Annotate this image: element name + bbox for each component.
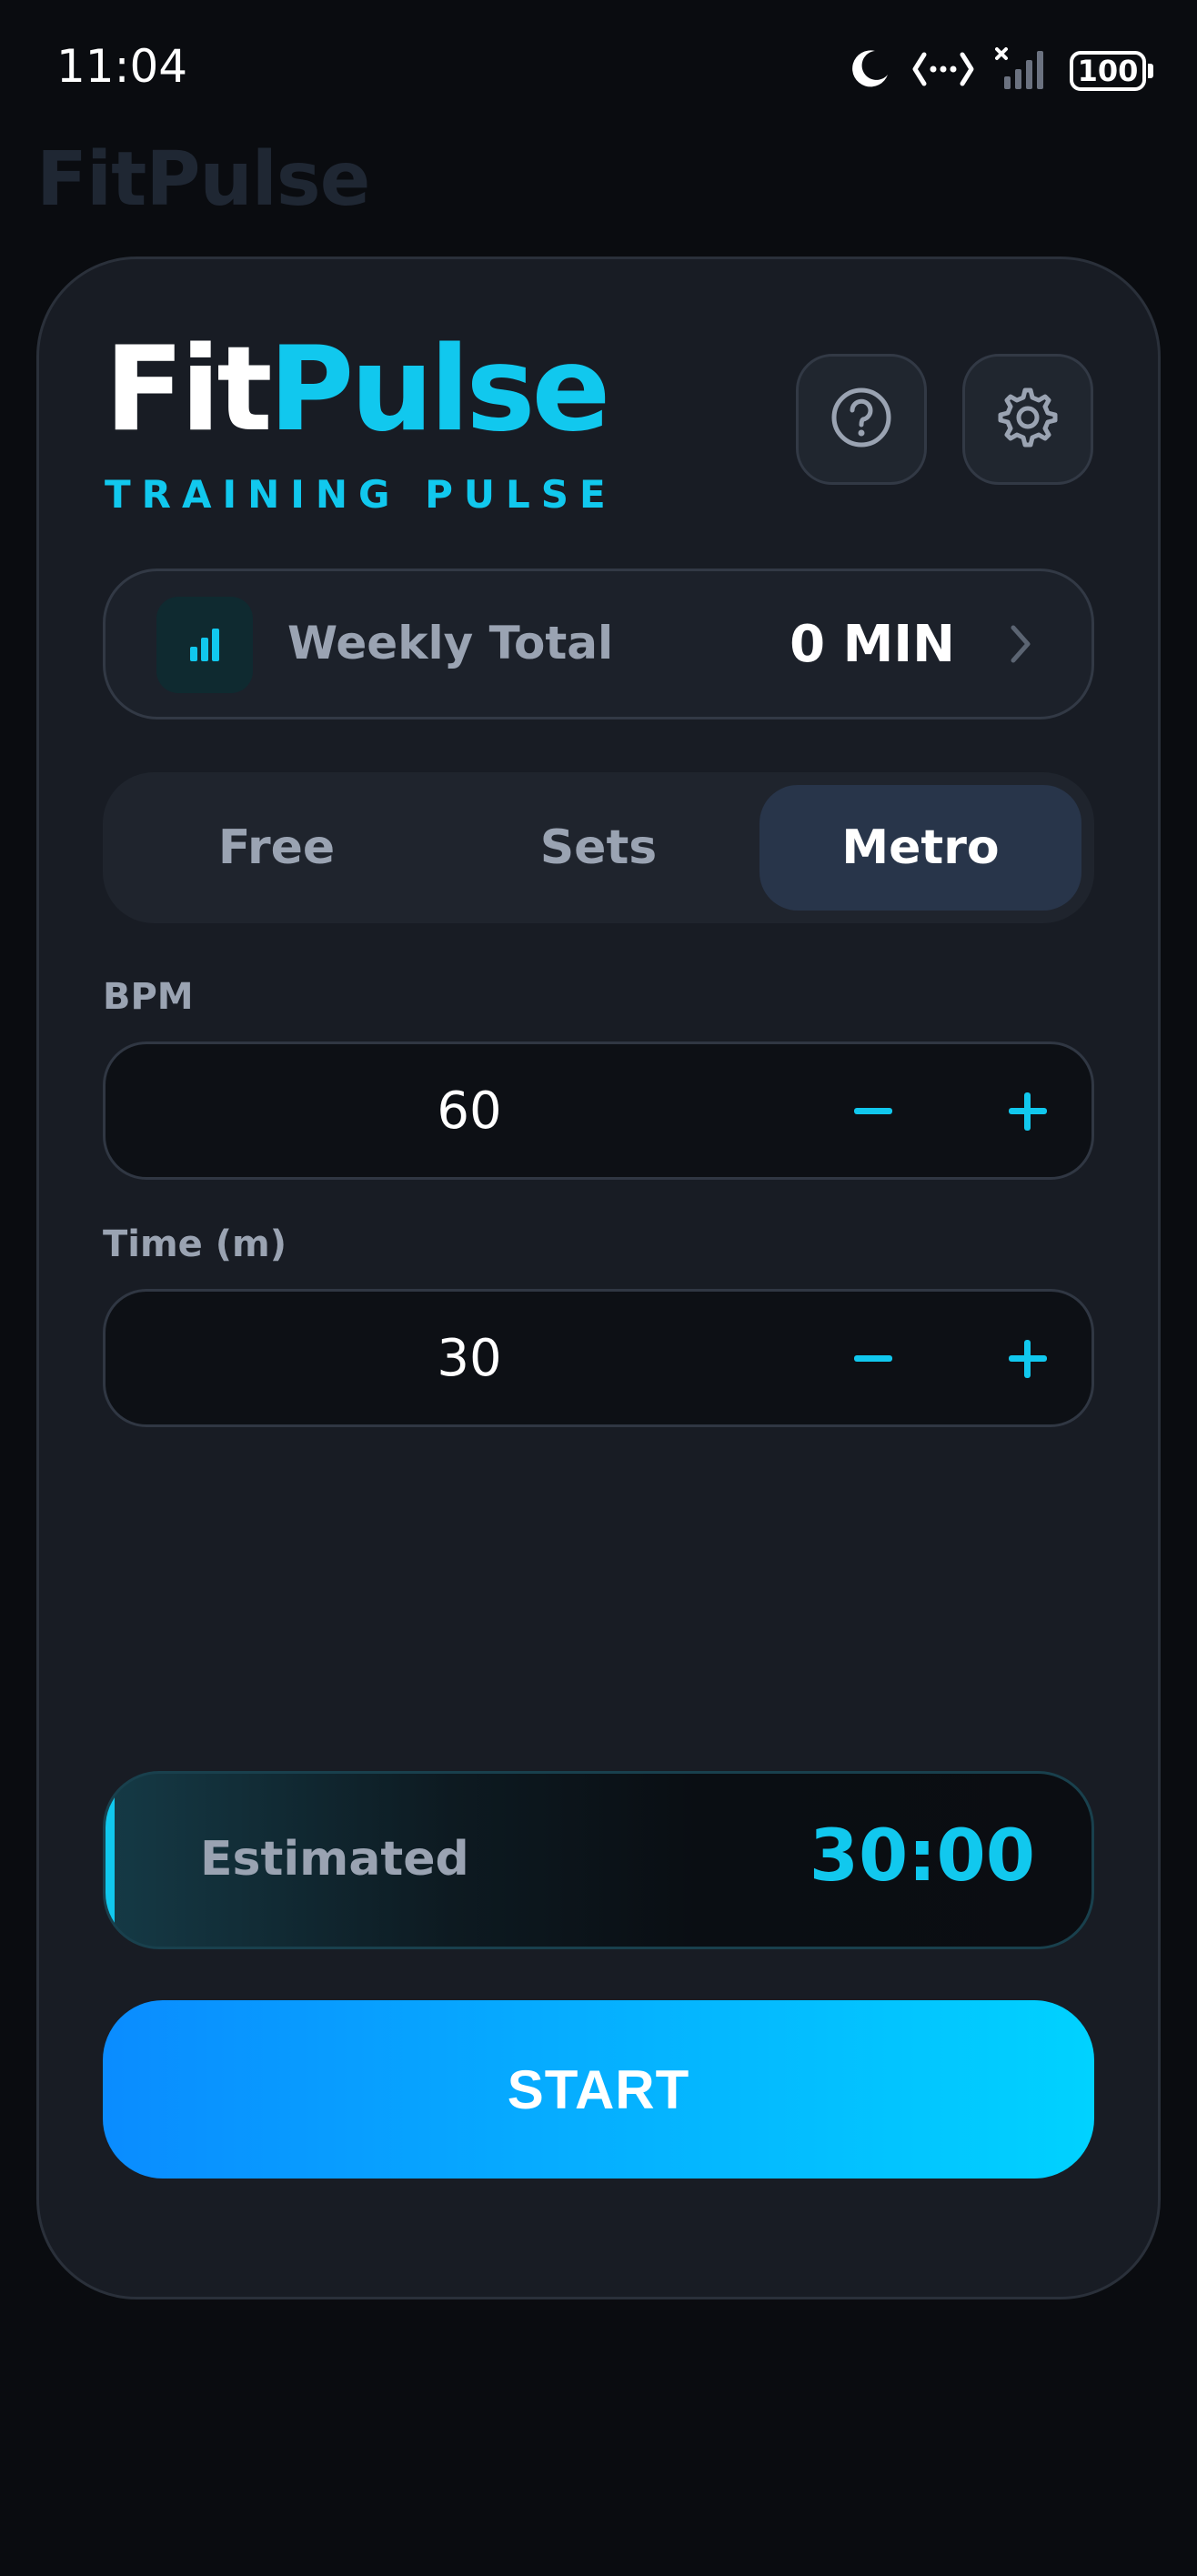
- tab-metro[interactable]: Metro: [759, 785, 1081, 911]
- status-time: 11:04: [56, 40, 188, 93]
- gear-icon: [996, 386, 1060, 453]
- tab-free[interactable]: Free: [116, 785, 438, 911]
- status-icons: 100: [848, 44, 1153, 98]
- bpm-value[interactable]: 60: [106, 1044, 833, 1177]
- bar-chart-icon: [156, 597, 253, 693]
- time-decrement-button[interactable]: [830, 1315, 917, 1403]
- time-value[interactable]: 30: [106, 1292, 833, 1424]
- weekly-total-row[interactable]: Weekly Total 0 MIN: [103, 569, 1094, 719]
- chevron-right-icon: [1004, 619, 1037, 673]
- bpm-stepper: 60: [103, 1041, 1094, 1180]
- help-circle-icon: [829, 385, 894, 454]
- bpm-increment-button[interactable]: [984, 1068, 1071, 1155]
- moon-icon: [848, 47, 891, 95]
- status-bar: 11:04 100: [0, 0, 1197, 146]
- time-label: Time (m): [103, 1223, 287, 1265]
- plus-icon: [1009, 1340, 1047, 1378]
- data-sync-icon: [911, 49, 975, 93]
- plus-icon: [1009, 1092, 1047, 1131]
- weekly-total-label: Weekly Total: [287, 617, 614, 669]
- battery-icon: 100: [1070, 51, 1153, 91]
- signal-icon: [995, 47, 1050, 95]
- start-button[interactable]: START: [103, 2000, 1094, 2179]
- brand-logo: FitPulse: [105, 332, 610, 448]
- bpm-label: BPM: [103, 976, 194, 1018]
- settings-button[interactable]: [962, 354, 1093, 485]
- estimated-label: Estimated: [200, 1832, 469, 1887]
- time-stepper: 30: [103, 1289, 1094, 1427]
- weekly-total-value: 0 MIN: [790, 615, 955, 674]
- brand-fit: Fit: [105, 322, 272, 458]
- time-increment-button[interactable]: [984, 1315, 1071, 1403]
- estimated-panel: Estimated 30:00: [103, 1771, 1094, 1949]
- brand-pulse: Pulse: [268, 322, 611, 458]
- bpm-decrement-button[interactable]: [830, 1068, 917, 1155]
- help-button[interactable]: [796, 354, 927, 485]
- estimated-value: 30:00: [809, 1816, 1035, 1897]
- minus-icon: [854, 1355, 892, 1362]
- mode-tabs: Free Sets Metro: [103, 772, 1094, 923]
- main-card: FitPulse TRAINING PULSE Weekly Total 0 M…: [36, 257, 1161, 2299]
- minus-icon: [854, 1108, 892, 1114]
- tab-sets[interactable]: Sets: [438, 785, 759, 911]
- battery-level: 100: [1077, 54, 1139, 88]
- ghost-app-title: FitPulse: [36, 136, 370, 223]
- brand-subtitle: TRAINING PULSE: [105, 472, 617, 517]
